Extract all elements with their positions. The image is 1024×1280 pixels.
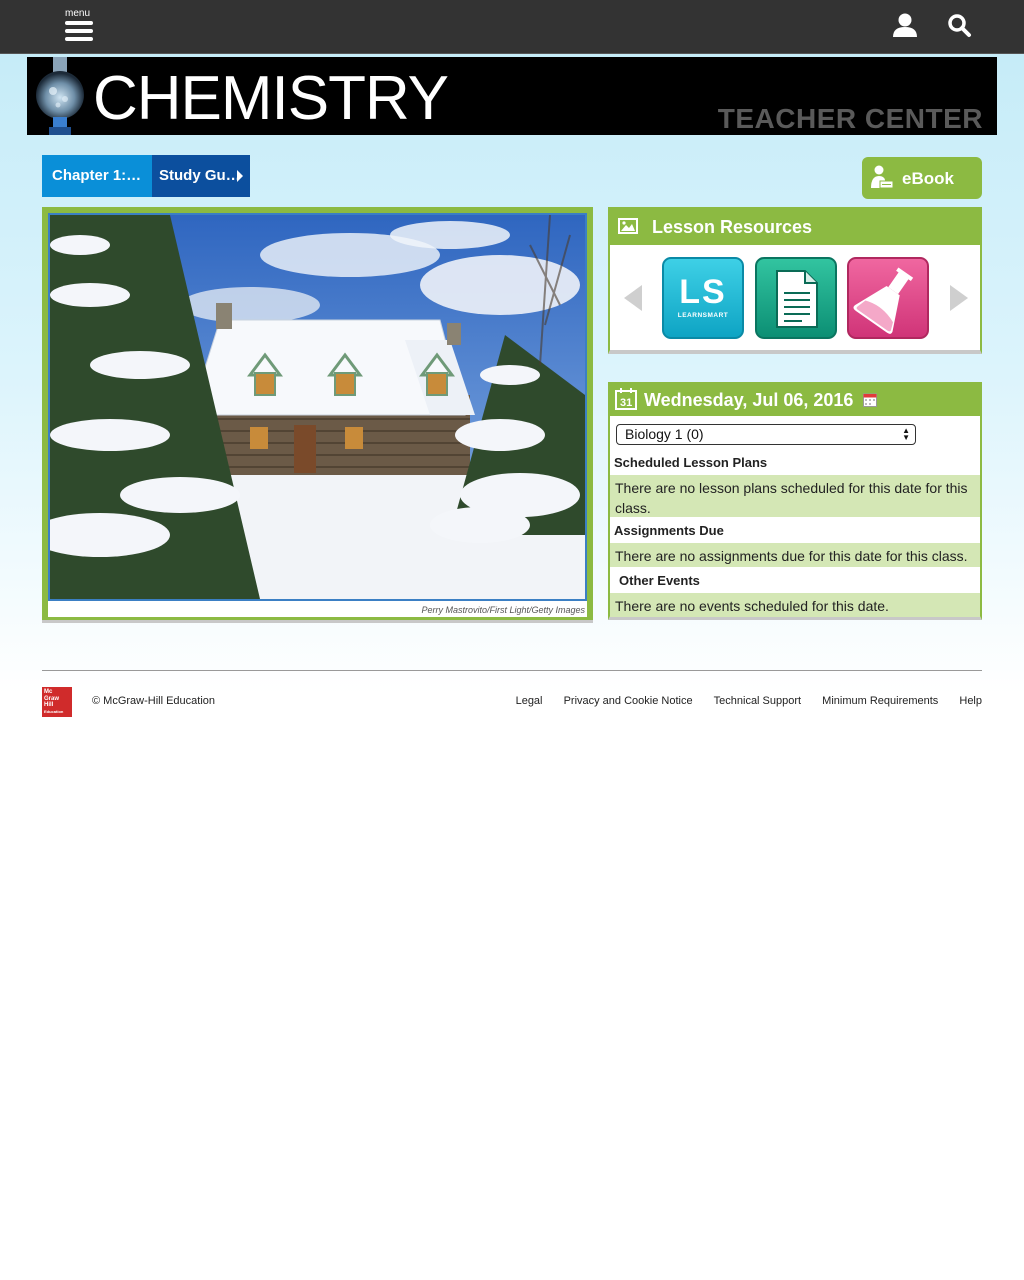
footer-link-legal[interactable]: Legal	[516, 695, 543, 707]
svg-text:31: 31	[620, 397, 632, 409]
chemistry-banner: CHEMISTRY TEACHER CENTER	[27, 57, 997, 135]
mcgraw-hill-logo[interactable]: Mc Graw Hill Education	[42, 687, 72, 717]
lab-resource-button[interactable]	[847, 257, 929, 339]
footer-link-privacy[interactable]: Privacy and Cookie Notice	[564, 695, 693, 707]
scheduled-lesson-plans-message: There are no lesson plans scheduled for …	[610, 475, 980, 517]
class-select-value: Biology 1 (0)	[625, 426, 704, 442]
select-arrows-icon: ▲ ▼	[902, 426, 910, 442]
document-icon	[776, 270, 818, 328]
breadcrumb-item-label: Chapter 1:…	[52, 167, 142, 184]
lab-flask-icon	[853, 267, 914, 334]
chevron-right-icon	[237, 170, 243, 182]
breadcrumb: Study Gu… Chapter 1:…	[42, 155, 250, 197]
other-events-message: There are no events scheduled for this d…	[610, 593, 980, 617]
winter-cabin-photo	[48, 213, 587, 601]
menu-label: menu	[65, 8, 91, 19]
breadcrumb-separator	[140, 155, 152, 197]
learnsmart-resource-button[interactable]: LS LEARNSMART	[662, 257, 744, 339]
winter-cabin-illustration	[50, 215, 585, 599]
assignments-due-label: Assignments Due	[614, 523, 724, 538]
image-icon	[618, 218, 638, 234]
breadcrumb-item-chapter[interactable]: Chapter 1:…	[42, 155, 152, 197]
photo-credit: Perry Mastrovito/First Light/Getty Image…	[421, 605, 585, 615]
scheduled-lesson-plans-label: Scheduled Lesson Plans	[614, 455, 768, 470]
lesson-resources-title: Lesson Resources	[652, 217, 813, 237]
flask-logo	[36, 57, 84, 135]
footer-link-minimum-requirements[interactable]: Minimum Requirements	[822, 695, 938, 707]
featured-image-panel: Perry Mastrovito/First Light/Getty Image…	[42, 207, 593, 623]
footer-links: Legal Privacy and Cookie Notice Technica…	[498, 695, 982, 707]
breadcrumb-item-study-guide[interactable]: Study Gu…	[138, 155, 250, 197]
lesson-resources-header: Lesson Resources	[610, 209, 980, 245]
arrow-right-icon[interactable]	[948, 283, 970, 313]
mini-calendar-icon[interactable]	[863, 392, 877, 407]
calendar-panel: 31 Wednesday, Jul 06, 2016 Biology 1 (0)…	[608, 382, 982, 620]
calendar-icon: 31	[615, 388, 637, 410]
footer-divider	[42, 670, 982, 671]
learnsmart-logo-text: LS	[679, 273, 727, 311]
ebook-button[interactable]: eBook	[862, 157, 982, 199]
calendar-header: 31 Wednesday, Jul 06, 2016	[610, 384, 980, 416]
other-events-label: Other Events	[619, 573, 700, 588]
ebook-label: eBook	[902, 169, 954, 188]
top-navigation-bar: menu	[0, 0, 1024, 54]
banner-title: CHEMISTRY	[93, 64, 449, 133]
footer-link-help[interactable]: Help	[959, 695, 982, 707]
logo-text: Education	[44, 708, 64, 714]
menu-button[interactable]: menu	[62, 7, 96, 45]
footer-link-technical-support[interactable]: Technical Support	[714, 695, 801, 707]
arrow-left-icon[interactable]	[622, 283, 644, 313]
assignments-due-message: There are no assignments due for this da…	[610, 543, 980, 567]
ebook-reader-icon	[871, 165, 894, 189]
document-resource-button[interactable]	[755, 257, 837, 339]
copyright-text: © McGraw-Hill Education	[92, 695, 216, 707]
lesson-resources-panel: Lesson Resources LS LEARNSMART	[608, 207, 982, 354]
class-select[interactable]: Biology 1 (0) ▲ ▼	[616, 424, 916, 445]
calendar-date: Wednesday, Jul 06, 2016	[644, 390, 854, 410]
banner-subtitle: TEACHER CENTER	[717, 103, 983, 134]
search-icon[interactable]	[946, 12, 972, 38]
breadcrumb-item-label: Study Gu…	[159, 167, 241, 184]
learnsmart-logo-sub: LEARNSMART	[677, 312, 729, 319]
user-icon[interactable]	[891, 12, 919, 38]
